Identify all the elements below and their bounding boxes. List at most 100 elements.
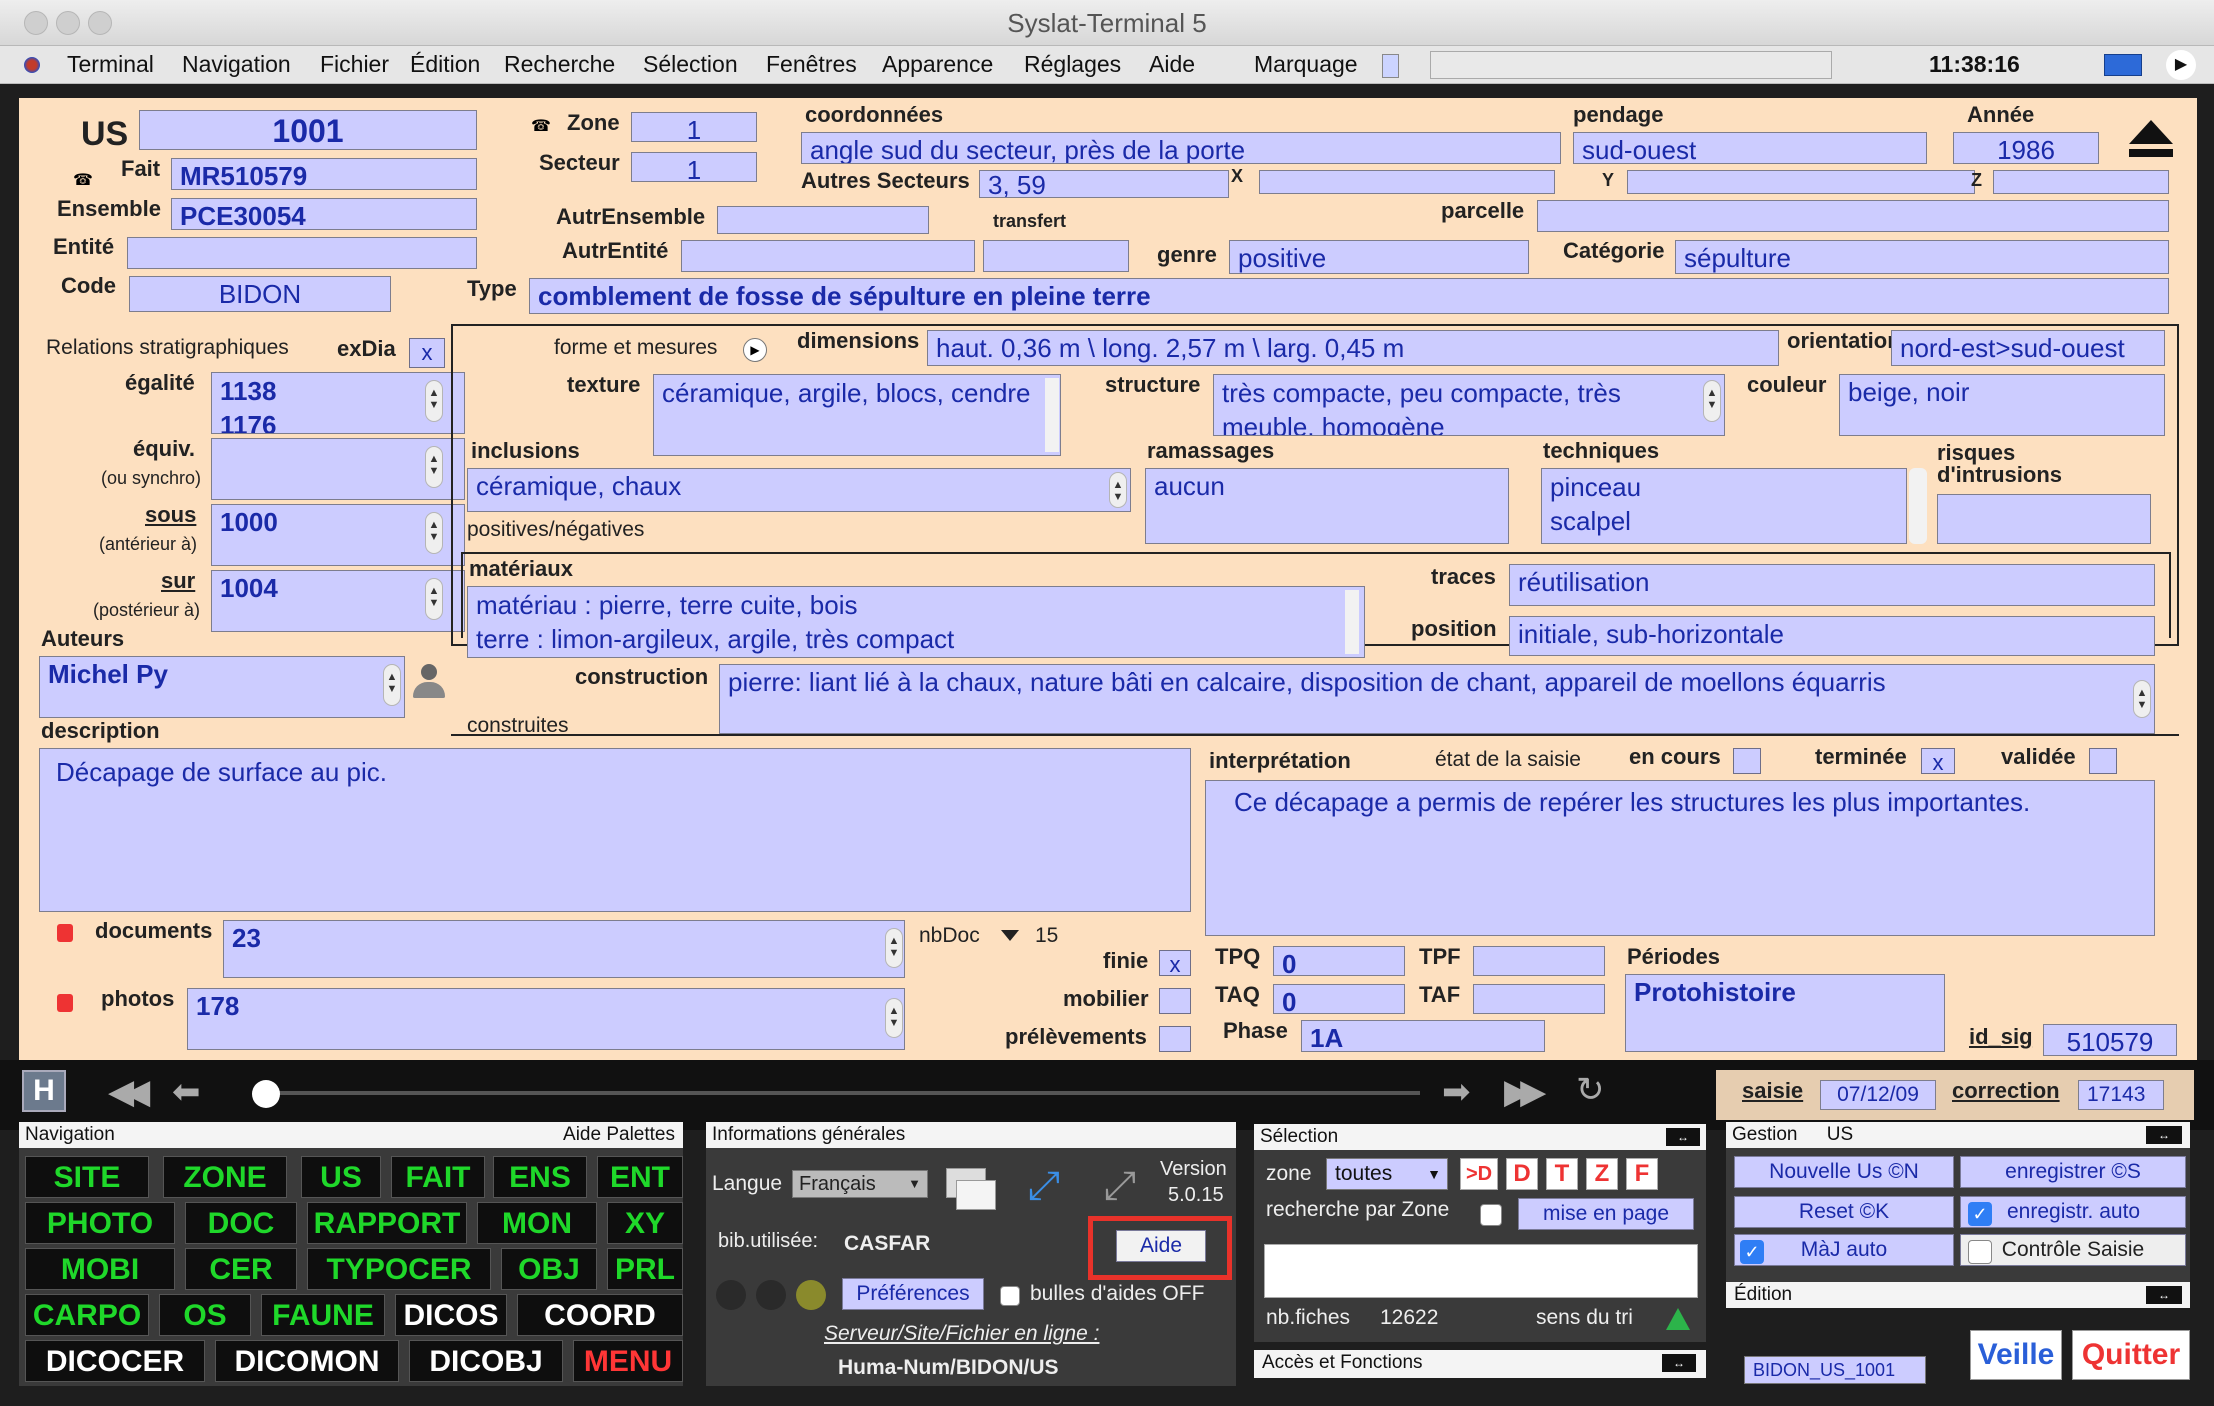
collapse-icon[interactable]: ⤢ bbox=[1104, 1164, 1136, 1209]
display-icon[interactable] bbox=[2104, 54, 2142, 76]
nav-doc-button[interactable]: DOC bbox=[185, 1202, 297, 1244]
enregistr-auto-checkbox[interactable]: ✓ bbox=[1968, 1202, 1992, 1226]
zone-field[interactable]: 1 bbox=[631, 112, 757, 142]
risques-field[interactable] bbox=[1937, 494, 2151, 544]
autres-secteurs-field[interactable]: 3, 59 bbox=[979, 170, 1229, 198]
acces-expand-icon[interactable]: ↔ bbox=[1662, 1354, 1696, 1372]
auteurs-field[interactable]: Michel Py bbox=[39, 656, 405, 718]
en-cours-checkbox[interactable] bbox=[1733, 748, 1761, 774]
nav-dicos-button[interactable]: DICOS bbox=[395, 1294, 507, 1336]
autr-ensemble-field[interactable] bbox=[717, 206, 929, 234]
veille-button[interactable]: Veille bbox=[1970, 1330, 2062, 1380]
code-z-button[interactable]: Z bbox=[1586, 1158, 1618, 1190]
photos-scroll-icon[interactable]: ▲ ▼ bbox=[885, 998, 903, 1038]
windows-icon[interactable] bbox=[946, 1168, 998, 1212]
edition-expand-icon[interactable]: ↔ bbox=[2146, 1286, 2182, 1304]
nav-mobi-button[interactable]: MOBI bbox=[25, 1248, 175, 1290]
edition-bar[interactable]: Édition ↔ bbox=[1726, 1282, 2190, 1308]
nav-faune-button[interactable]: FAUNE bbox=[261, 1294, 385, 1336]
expand-icon[interactable]: ⤢ bbox=[1028, 1164, 1060, 1209]
construction-scroll-icon[interactable]: ▲ ▼ bbox=[2133, 680, 2151, 718]
nav-ent-button[interactable]: ENT bbox=[597, 1156, 683, 1198]
materiaux-scrollbar[interactable] bbox=[1345, 590, 1359, 654]
terminee-checkbox[interactable]: x bbox=[1921, 748, 1955, 775]
selection-expand-icon[interactable]: ↔ bbox=[1666, 1128, 1700, 1146]
nav-ens-button[interactable]: ENS bbox=[493, 1156, 587, 1198]
mobilier-checkbox[interactable] bbox=[1159, 988, 1191, 1014]
mise-en-page-button[interactable]: mise en page bbox=[1518, 1198, 1694, 1230]
coordonnees-field[interactable]: angle sud du secteur, près de la porte bbox=[801, 132, 1561, 164]
menu-aide[interactable]: Aide bbox=[1149, 51, 1195, 78]
periodes-field[interactable]: Protohistoire bbox=[1625, 974, 1945, 1052]
reset-button[interactable]: Reset ©K bbox=[1734, 1196, 1954, 1228]
nav-dicocer-button[interactable]: DICOCER bbox=[25, 1340, 205, 1382]
correction-field[interactable]: 17143 bbox=[2078, 1080, 2164, 1110]
acces-fonctions-bar[interactable]: Accès et Fonctions ↔ bbox=[1254, 1350, 1706, 1378]
parcelle-field[interactable] bbox=[1537, 200, 2169, 232]
sur-label[interactable]: sur bbox=[161, 568, 195, 594]
menu-fichier[interactable]: Fichier bbox=[320, 51, 389, 78]
materiaux-field[interactable]: matériau : pierre, terre cuite, bois terr… bbox=[467, 586, 1365, 658]
inclusions-scroll-icon[interactable]: ▲ ▼ bbox=[1109, 472, 1127, 508]
documents-lock-icon[interactable] bbox=[57, 924, 73, 942]
enregistrer-button[interactable]: enregistrer ©S bbox=[1960, 1156, 2186, 1188]
menu-reglages[interactable]: Réglages bbox=[1024, 51, 1121, 78]
categorie-field[interactable]: sépulture bbox=[1675, 240, 2169, 274]
nav-typocer-button[interactable]: TYPOCER bbox=[307, 1248, 491, 1290]
play-icon[interactable]: ▶ bbox=[2166, 50, 2196, 80]
documents-scroll-icon[interactable]: ▲ ▼ bbox=[885, 928, 903, 968]
nav-carpo-button[interactable]: CARPO bbox=[25, 1294, 149, 1336]
nav-mon-button[interactable]: MON bbox=[477, 1202, 597, 1244]
photos-lock-icon[interactable] bbox=[57, 994, 73, 1012]
quitter-button[interactable]: Quitter bbox=[2072, 1330, 2190, 1380]
nav-xy-button[interactable]: XY bbox=[607, 1202, 683, 1244]
structure-field[interactable]: très compacte, peu compacte, très meuble… bbox=[1213, 374, 1725, 436]
entite-field[interactable] bbox=[127, 237, 477, 269]
phase-field[interactable]: 1A bbox=[1301, 1020, 1545, 1052]
nav-cer-button[interactable]: CER bbox=[185, 1248, 297, 1290]
menu-selection[interactable]: Sélection bbox=[643, 51, 738, 78]
prelevements-checkbox[interactable] bbox=[1159, 1026, 1191, 1052]
documents-field[interactable]: 23 bbox=[223, 920, 905, 978]
code-f-button[interactable]: F bbox=[1626, 1158, 1658, 1190]
dimensions-field[interactable]: haut. 0,36 m \ long. 2,57 m \ larg. 0,45… bbox=[927, 330, 1779, 366]
bulles-checkbox[interactable] bbox=[1000, 1286, 1020, 1306]
exdia-checkbox[interactable]: x bbox=[409, 338, 445, 368]
refresh-icon[interactable]: ↻ bbox=[1576, 1070, 1605, 1110]
nav-us-button[interactable]: US bbox=[301, 1156, 381, 1198]
construction-field[interactable]: pierre: liant lié à la chaux, nature bât… bbox=[719, 664, 2155, 734]
code-gd-button[interactable]: >D bbox=[1460, 1158, 1498, 1190]
sous-label[interactable]: sous bbox=[145, 502, 196, 528]
structure-scroll-icon[interactable]: ▲ ▼ bbox=[1703, 380, 1721, 422]
preferences-button[interactable]: Préférences bbox=[842, 1278, 984, 1310]
controle-saisie-checkbox[interactable] bbox=[1968, 1240, 1992, 1264]
ensemble-field[interactable]: PCE30054 bbox=[171, 198, 477, 230]
annee-field[interactable]: 1986 bbox=[1953, 132, 2099, 164]
langue-select[interactable]: Français ▼ bbox=[792, 1170, 928, 1198]
ramassages-field[interactable]: aucun bbox=[1145, 468, 1509, 544]
code-field[interactable]: BIDON bbox=[129, 276, 391, 312]
us-number-field[interactable]: 1001 bbox=[139, 110, 477, 150]
nav-site-button[interactable]: SITE bbox=[25, 1156, 149, 1198]
sous-scroll-icon[interactable]: ▲ ▼ bbox=[425, 512, 443, 554]
z-field[interactable] bbox=[1993, 170, 2169, 194]
tpq-field[interactable]: 0 bbox=[1273, 946, 1405, 976]
photos-field[interactable]: 178 bbox=[187, 988, 905, 1050]
description-field[interactable]: Décapage de surface au pic. bbox=[39, 748, 1191, 912]
nav-obj-button[interactable]: OBJ bbox=[501, 1248, 597, 1290]
menu-recherche[interactable]: Recherche bbox=[504, 51, 615, 78]
code-t-button[interactable]: T bbox=[1546, 1158, 1578, 1190]
y-field[interactable] bbox=[1627, 170, 1975, 194]
x-field[interactable] bbox=[1259, 170, 1555, 194]
nav-dicobj-button[interactable]: DICOBJ bbox=[409, 1340, 563, 1382]
menu-fenetres[interactable]: Fenêtres bbox=[766, 51, 857, 78]
saisie-date-field[interactable]: 07/12/09 bbox=[1820, 1080, 1936, 1110]
aide-button[interactable]: Aide bbox=[1116, 1230, 1206, 1262]
record-name-field[interactable]: BIDON_US_1001 bbox=[1744, 1356, 1926, 1384]
gestion-expand-icon[interactable]: ↔ bbox=[2146, 1126, 2182, 1144]
secteur-field[interactable]: 1 bbox=[631, 152, 757, 182]
texture-scrollbar[interactable] bbox=[1045, 378, 1059, 452]
nav-fait-button[interactable]: FAIT bbox=[391, 1156, 485, 1198]
forme-play-icon[interactable]: ▶ bbox=[743, 338, 767, 362]
nav-prl-button[interactable]: PRL bbox=[607, 1248, 683, 1290]
